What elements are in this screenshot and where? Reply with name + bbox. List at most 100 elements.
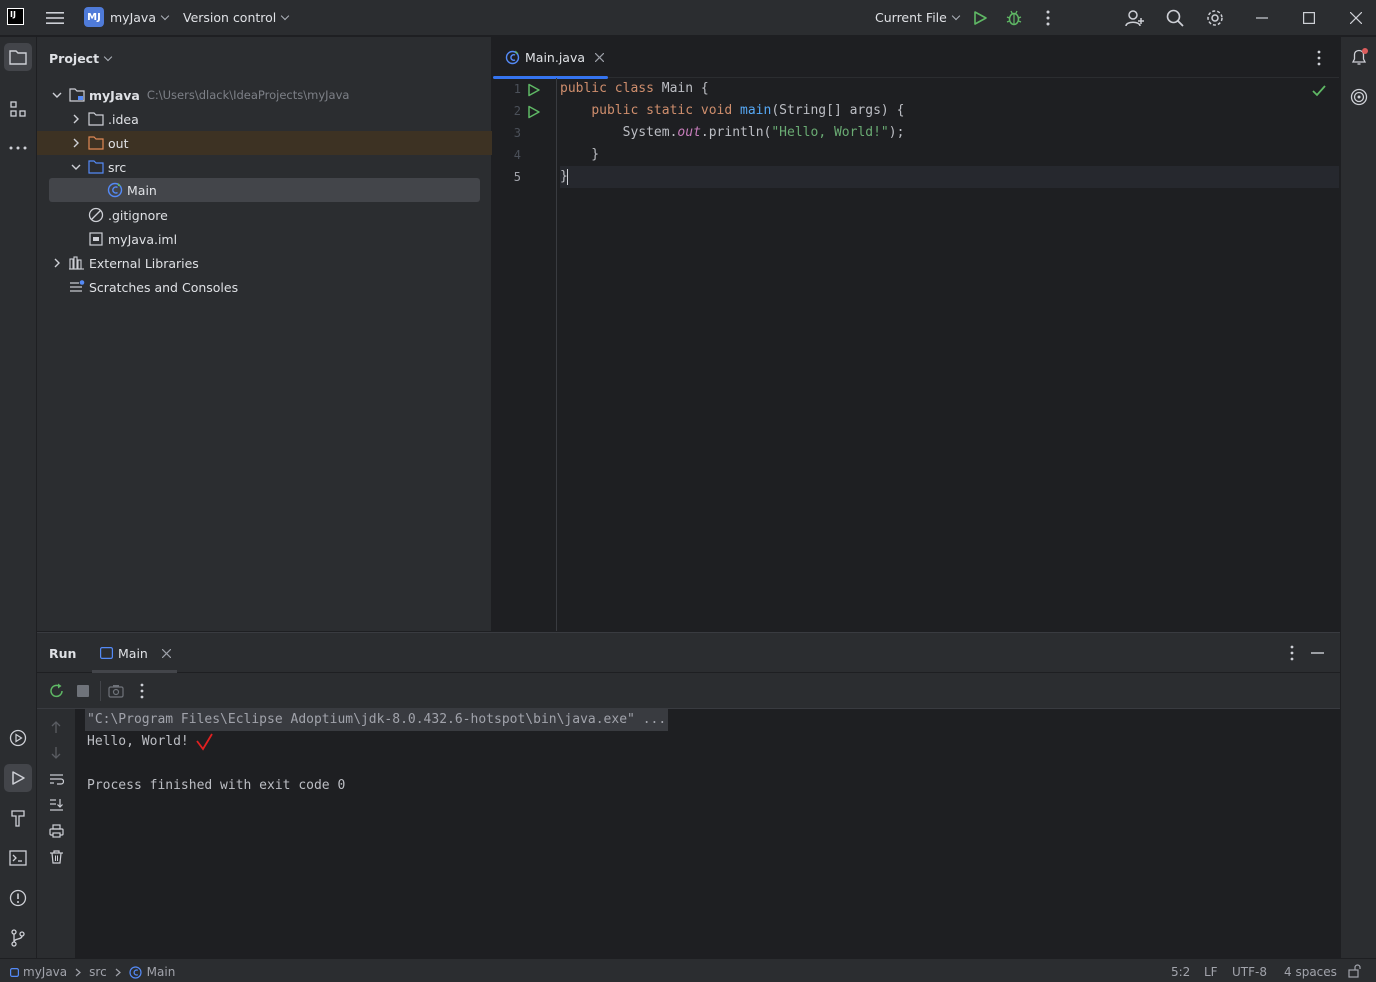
notifications-bell-icon[interactable] <box>1345 43 1373 71</box>
method-name: main <box>740 103 772 118</box>
ai-assistant-icon[interactable] <box>1345 83 1373 111</box>
close-window-icon[interactable] <box>1344 6 1368 30</box>
breadcrumb-project[interactable]: myJava <box>23 965 67 979</box>
run-gutter-icon[interactable] <box>527 83 541 97</box>
console-icon <box>100 647 113 659</box>
editor-more-icon[interactable] <box>1317 50 1321 66</box>
caret-position[interactable]: 5:2 <box>1171 965 1190 979</box>
code-text: .println( <box>700 125 772 140</box>
breadcrumb-src[interactable]: src <box>89 965 107 979</box>
vcs-selector[interactable]: Version control <box>183 10 290 25</box>
close-tab-icon[interactable] <box>161 648 171 658</box>
code-text: System. <box>622 125 678 140</box>
run-tool-window: Run Main "C:\Program Files\Eclipse Adopt… <box>37 632 1340 959</box>
add-user-icon[interactable] <box>1123 6 1147 30</box>
chevron-down-icon <box>160 11 170 21</box>
debug-icon[interactable] <box>1002 6 1026 30</box>
indent-setting[interactable]: 4 spaces <box>1284 965 1337 979</box>
tree-item-out[interactable]: out <box>37 131 492 155</box>
run-tool-icon[interactable] <box>4 764 32 792</box>
trash-icon[interactable] <box>50 850 63 864</box>
line-separator[interactable]: LF <box>1204 965 1218 979</box>
search-icon[interactable] <box>1163 6 1187 30</box>
tab-label: Main.java <box>525 50 586 65</box>
toolbar-more-icon[interactable] <box>140 683 144 699</box>
close-tab-icon[interactable] <box>595 53 605 62</box>
run-options-icon[interactable] <box>1290 645 1294 661</box>
more-tools-icon[interactable] <box>4 134 32 162</box>
run-tab-main[interactable]: Main <box>92 633 177 673</box>
code-text: } <box>560 147 600 162</box>
chevron-right-icon[interactable] <box>51 257 63 269</box>
tree-item-root[interactable]: myJava C:\Users\dlack\IdeaProjects\myJav… <box>37 83 492 107</box>
tree-item-label: Scratches and Consoles <box>89 279 239 295</box>
module-file-icon <box>88 231 104 247</box>
chevron-right-icon[interactable] <box>70 137 82 149</box>
tree-item-label: myJava.iml <box>108 231 178 247</box>
soft-wrap-icon[interactable] <box>49 773 64 785</box>
stop-icon[interactable] <box>77 685 89 697</box>
scroll-to-end-icon[interactable] <box>49 798 64 811</box>
chevron-right-icon[interactable] <box>70 113 82 125</box>
inspection-ok-icon[interactable] <box>1312 85 1326 97</box>
read-only-lock-icon[interactable] <box>1348 964 1362 978</box>
rerun-icon[interactable] <box>49 683 65 699</box>
file-encoding[interactable]: UTF-8 <box>1232 965 1267 979</box>
problems-tool-icon[interactable] <box>4 884 32 912</box>
maximize-icon[interactable] <box>1297 6 1321 30</box>
chevron-down-icon[interactable] <box>70 161 82 173</box>
more-actions-icon[interactable] <box>1036 6 1060 30</box>
keyword: public class <box>560 81 662 96</box>
status-bar: myJava src Main 5:2 LF UTF-8 4 spaces <box>0 958 1376 982</box>
hide-panel-icon[interactable] <box>1311 652 1324 654</box>
code-line-3: System.out.println("Hello, World!"); <box>560 122 905 144</box>
git-tool-icon[interactable] <box>4 924 32 952</box>
left-tool-stripe <box>0 37 37 958</box>
vcs-label: Version control <box>183 10 277 25</box>
scroll-down-icon[interactable] <box>50 746 62 760</box>
title-bar: IJ MJ myJava Version control Current Fil… <box>0 0 1376 36</box>
folder-icon <box>88 111 104 127</box>
tree-item-idea[interactable]: .idea <box>37 107 492 131</box>
terminal-tool-icon[interactable] <box>4 844 32 872</box>
run-icon[interactable] <box>968 6 992 30</box>
code-line-2: public static void main(String[] args) { <box>560 100 904 122</box>
console-output[interactable]: "C:\Program Files\Eclipse Adoptium\jdk-8… <box>85 709 1327 959</box>
tree-item-label: out <box>108 135 129 151</box>
minimize-icon[interactable] <box>1250 6 1274 30</box>
tree-item-iml[interactable]: myJava.iml <box>37 227 492 251</box>
tree-item-main[interactable]: Main <box>49 178 480 202</box>
project-badge[interactable]: MJ <box>84 7 104 27</box>
project-selector[interactable]: myJava <box>110 10 170 25</box>
tree-item-external-libraries[interactable]: External Libraries <box>37 251 492 275</box>
project-panel-header[interactable]: Project <box>49 51 113 66</box>
tree-item-gitignore[interactable]: .gitignore <box>37 203 492 227</box>
services-tool-icon[interactable] <box>4 724 32 752</box>
java-class-icon <box>505 50 520 65</box>
logo-text: IJ <box>10 10 16 19</box>
tree-item-scratches[interactable]: Scratches and Consoles <box>37 275 492 299</box>
scroll-up-icon[interactable] <box>50 720 62 734</box>
app-logo[interactable]: IJ <box>7 8 24 25</box>
chevron-down-icon[interactable] <box>51 89 63 101</box>
structure-tool-icon[interactable] <box>4 95 32 123</box>
run-config-selector[interactable]: Current File <box>875 10 961 25</box>
console-exit-line: Process finished with exit code 0 <box>87 778 346 793</box>
java-class-icon <box>107 182 123 198</box>
tree-item-src[interactable]: src <box>37 155 492 179</box>
line-number: 5 <box>513 170 521 184</box>
code-area[interactable]: public class Main { public static void m… <box>560 78 1339 631</box>
run-gutter-icon[interactable] <box>527 105 541 119</box>
main-menu-icon[interactable] <box>43 6 67 30</box>
chevron-down-icon <box>103 52 113 62</box>
run-config-label: Current File <box>875 10 947 25</box>
print-icon[interactable] <box>49 824 64 838</box>
tab-main-java[interactable]: Main.java <box>493 37 608 79</box>
breadcrumb-main[interactable]: Main <box>147 965 176 979</box>
camera-icon[interactable] <box>108 684 124 698</box>
settings-gear-icon[interactable] <box>1203 6 1227 30</box>
project-tool-icon[interactable] <box>4 43 32 71</box>
tree-item-label: Main <box>127 182 157 198</box>
build-tool-icon[interactable] <box>4 804 32 832</box>
